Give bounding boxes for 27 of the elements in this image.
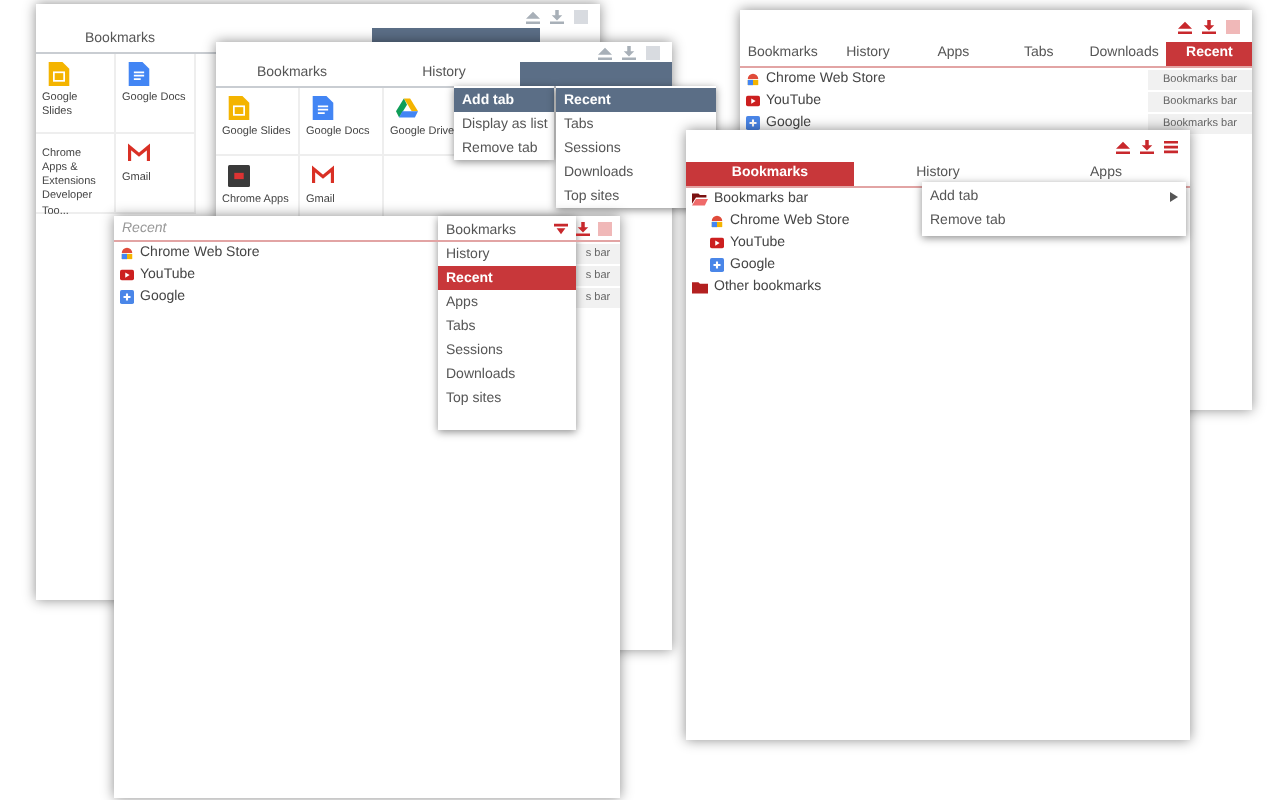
video-icon [746,94,760,108]
slides-icon [228,96,250,120]
download-icon[interactable] [576,221,590,235]
document-icon [312,96,334,120]
square-icon[interactable] [1226,19,1240,33]
square-icon[interactable] [598,221,612,235]
mail-icon [312,164,334,188]
square-icon[interactable] [574,9,588,23]
square-icon[interactable] [646,45,660,59]
store-icon [120,246,134,260]
submenu-arrow-icon [1170,191,1178,201]
video-icon [710,236,724,250]
document-icon [128,62,150,86]
store-icon [710,214,724,228]
store-icon [746,72,760,86]
search-engine-icon [120,290,134,304]
eject-icon[interactable] [1178,19,1192,33]
mail-icon [128,142,150,166]
video-icon [120,268,134,282]
download-icon[interactable] [1140,139,1154,153]
search-engine-icon [710,258,724,272]
drive-icon [396,96,418,120]
menu-icon[interactable] [1164,139,1178,153]
eject-icon[interactable] [1116,139,1130,153]
apps-icon [228,164,250,188]
slides-icon [48,62,70,86]
download-icon[interactable] [1202,19,1216,33]
